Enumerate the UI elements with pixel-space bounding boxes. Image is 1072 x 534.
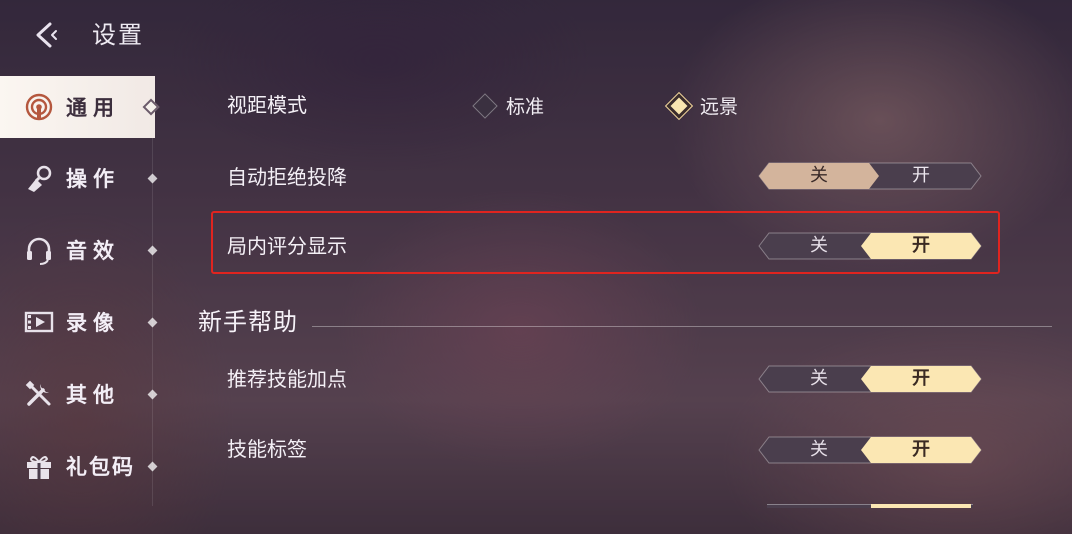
chevron-left-icon bbox=[36, 22, 57, 48]
radio-label: 标准 bbox=[506, 96, 545, 118]
active-indicator-icon bbox=[142, 98, 160, 116]
film-icon bbox=[24, 307, 54, 337]
sidebar-item-replay[interactable]: 录像 bbox=[0, 292, 158, 352]
sidebar-item-label: 操作 bbox=[66, 167, 120, 191]
page-title: 设置 bbox=[92, 21, 144, 49]
recommend-skill-label: 推荐技能加点 bbox=[227, 367, 347, 391]
sidebar-item-gift-code[interactable]: 礼包码 bbox=[0, 436, 158, 496]
sidebar-item-label: 礼包码 bbox=[66, 455, 135, 479]
highlight-box bbox=[211, 211, 1000, 274]
diamond-radio-selected-icon bbox=[664, 91, 694, 120]
view-mode-label: 视距模式 bbox=[227, 93, 307, 117]
headset-icon bbox=[24, 235, 54, 265]
dot-icon bbox=[147, 245, 158, 256]
back-button[interactable] bbox=[30, 18, 62, 52]
toggle-on-label: 开 bbox=[912, 439, 930, 460]
dot-icon bbox=[147, 389, 158, 400]
toggle-off-label: 关 bbox=[810, 439, 828, 460]
sidebar-item-label: 音效 bbox=[66, 239, 120, 263]
view-mode-far-radio[interactable]: 远景 bbox=[664, 91, 739, 120]
toggle-off-label: 关 bbox=[810, 165, 828, 186]
diamond-radio-icon bbox=[472, 92, 498, 119]
sidebar-item-general[interactable]: 通用 bbox=[0, 76, 160, 138]
recommend-skill-toggle[interactable]: 关 开 bbox=[757, 365, 983, 393]
sidebar-item-other[interactable]: 其他 bbox=[0, 364, 158, 424]
sidebar-item-controls[interactable]: 操作 bbox=[0, 148, 158, 208]
sidebar-item-label: 其他 bbox=[66, 383, 120, 407]
sidebar-item-audio[interactable]: 音效 bbox=[0, 220, 158, 280]
toggle-on-label: 开 bbox=[912, 165, 930, 186]
radio-label: 远景 bbox=[700, 96, 739, 118]
auto-reject-surrender-label: 自动拒绝投降 bbox=[227, 165, 347, 189]
view-mode-standard-radio[interactable]: 标准 bbox=[472, 92, 545, 119]
tools-icon bbox=[24, 379, 54, 409]
section-divider bbox=[312, 326, 1052, 327]
skill-tags-toggle[interactable]: 关 开 bbox=[757, 436, 983, 464]
sidebar-item-label: 录像 bbox=[66, 311, 120, 335]
section-title-newbie-help: 新手帮助 bbox=[198, 308, 298, 336]
auto-reject-surrender-toggle[interactable]: 关 开 bbox=[757, 162, 983, 190]
signal-radar-icon bbox=[24, 92, 54, 122]
next-toggle-partial bbox=[767, 504, 973, 508]
toggle-off-label: 关 bbox=[810, 368, 828, 389]
dot-icon bbox=[147, 461, 158, 472]
joystick-icon bbox=[24, 163, 54, 193]
skill-tags-label: 技能标签 bbox=[227, 437, 307, 461]
gift-icon bbox=[24, 451, 54, 481]
toggle-on-label: 开 bbox=[912, 368, 930, 389]
dot-icon bbox=[147, 317, 158, 328]
dot-icon bbox=[147, 173, 158, 184]
sidebar: 通用 操作 音效 录像 其他 礼包码 bbox=[0, 76, 160, 534]
sidebar-item-label: 通用 bbox=[66, 96, 120, 120]
